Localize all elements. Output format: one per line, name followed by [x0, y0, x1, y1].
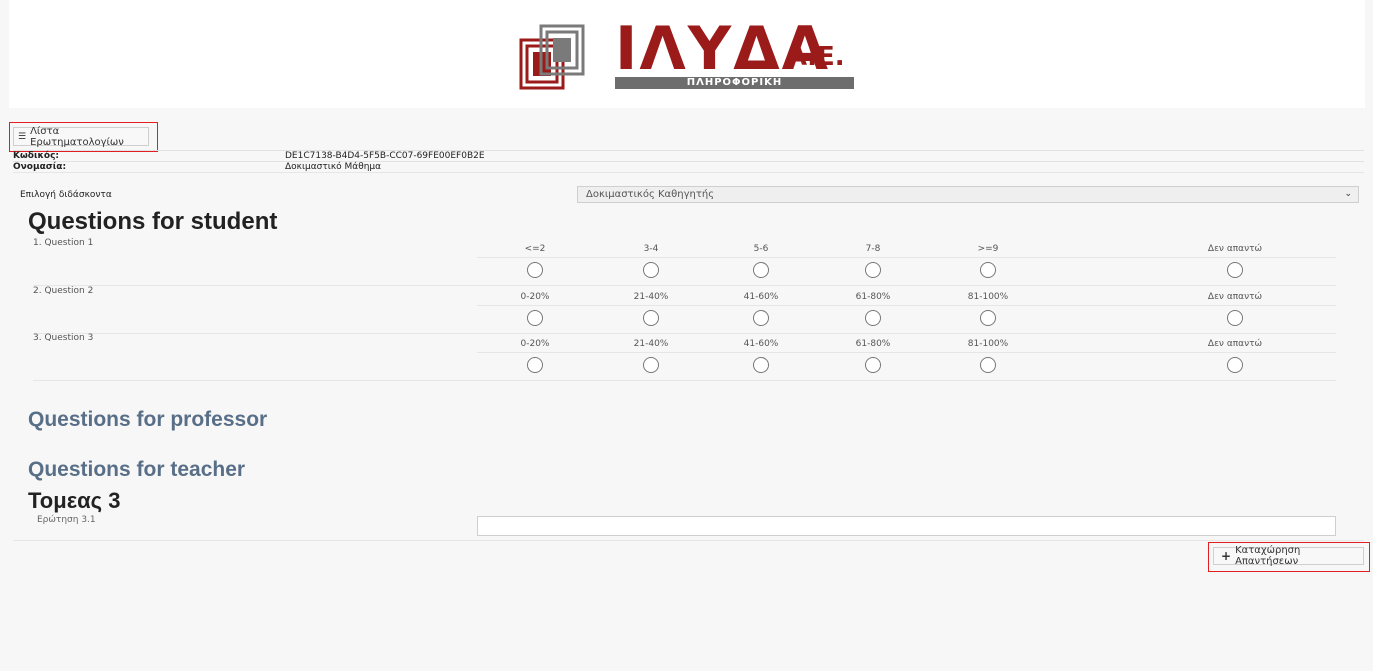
sector-title: Τομεας 3 — [28, 488, 121, 513]
option-label: Δεν απαντώ — [1207, 244, 1263, 254]
option-radio[interactable] — [643, 310, 659, 326]
list-icon: ☰ — [18, 131, 27, 142]
teacher-select[interactable]: Δοκιμαστικός Καθηγητής ⌄ — [577, 186, 1359, 203]
list-button-label: Λίστα Ερωτηματολογίων — [30, 125, 124, 148]
option-label: 0-20% — [520, 292, 550, 302]
row-divider — [33, 285, 1336, 286]
option-label: 0-20% — [520, 339, 550, 349]
option-radio[interactable] — [527, 310, 543, 326]
option-label: 21-40% — [633, 339, 669, 349]
logo-tagline: ΠΛΗΡΟΦΟΡΙΚΗ — [615, 77, 854, 89]
professor-section-title: Questions for professor — [28, 408, 268, 431]
option-radio[interactable] — [865, 357, 881, 373]
plus-icon: + — [1221, 549, 1232, 563]
option-radio[interactable] — [643, 262, 659, 278]
chevron-down-icon: ⌄ — [1344, 189, 1352, 199]
option-label: 7-8 — [865, 244, 881, 254]
row-divider — [477, 352, 1336, 353]
option-label: 61-80% — [855, 292, 891, 302]
row-divider — [477, 257, 1336, 258]
option-radio[interactable] — [753, 357, 769, 373]
option-radio[interactable] — [1227, 357, 1243, 373]
option-label: 5-6 — [753, 244, 769, 254]
option-label: <=2 — [524, 244, 546, 254]
option-radio[interactable] — [753, 262, 769, 278]
row-divider — [33, 333, 1336, 334]
option-radio[interactable] — [1227, 262, 1243, 278]
option-radio[interactable] — [980, 310, 996, 326]
option-label: 81-100% — [967, 292, 1009, 302]
option-radio[interactable] — [527, 262, 543, 278]
option-label: 61-80% — [855, 339, 891, 349]
divider — [13, 172, 1364, 173]
sector-question-input[interactable] — [477, 516, 1336, 536]
sector-question-label: Ερώτηση 3.1 — [37, 515, 96, 525]
question-label: 3. Question 3 — [33, 333, 94, 343]
option-radio[interactable] — [865, 310, 881, 326]
logo-mark-icon — [519, 24, 585, 90]
student-section-title: Questions for student — [28, 208, 278, 235]
teacher-select-value: Δοκιμαστικός Καθηγητής — [586, 189, 715, 200]
option-radio[interactable] — [527, 357, 543, 373]
row-divider — [33, 380, 1336, 381]
teacher-select-label: Επιλογή διδάσκοντα — [20, 190, 112, 200]
company-logo: ΙΛΥΔΑ Α.Ε. ΠΛΗΡΟΦΟΡΙΚΗ — [519, 18, 864, 92]
option-label: 81-100% — [967, 339, 1009, 349]
questionnaire-list-button[interactable]: ☰ Λίστα Ερωτηματολογίων — [13, 125, 149, 148]
option-radio[interactable] — [753, 310, 769, 326]
option-label: Δεν απαντώ — [1207, 292, 1263, 302]
logo-suffix: Α.Ε. — [787, 42, 845, 72]
divider — [13, 540, 1364, 541]
option-radio[interactable] — [980, 262, 996, 278]
option-radio[interactable] — [643, 357, 659, 373]
option-label: 41-60% — [743, 339, 779, 349]
option-label: 3-4 — [643, 244, 659, 254]
teacher-section-title: Questions for teacher — [28, 458, 246, 481]
option-label: 41-60% — [743, 292, 779, 302]
option-label: Δεν απαντώ — [1207, 339, 1263, 349]
option-radio[interactable] — [1227, 310, 1243, 326]
question-label: 2. Question 2 — [33, 286, 94, 296]
option-label: >=9 — [977, 244, 999, 254]
row-divider — [477, 305, 1336, 306]
submit-label: Καταχώρηση Απαντήσεων — [1235, 545, 1301, 567]
submit-answers-button[interactable]: + Καταχώρηση Απαντήσεων — [1213, 545, 1364, 567]
code-row: Κωδικός: DE1C7138-B4D4-5F5B-CC07-69FE00E… — [13, 150, 1364, 161]
option-radio[interactable] — [980, 357, 996, 373]
option-radio[interactable] — [865, 262, 881, 278]
option-label: 21-40% — [633, 292, 669, 302]
name-row: Ονομασία: Δοκιμαστικό Μάθημα — [13, 161, 1364, 172]
question-label: 1. Question 1 — [33, 238, 94, 248]
